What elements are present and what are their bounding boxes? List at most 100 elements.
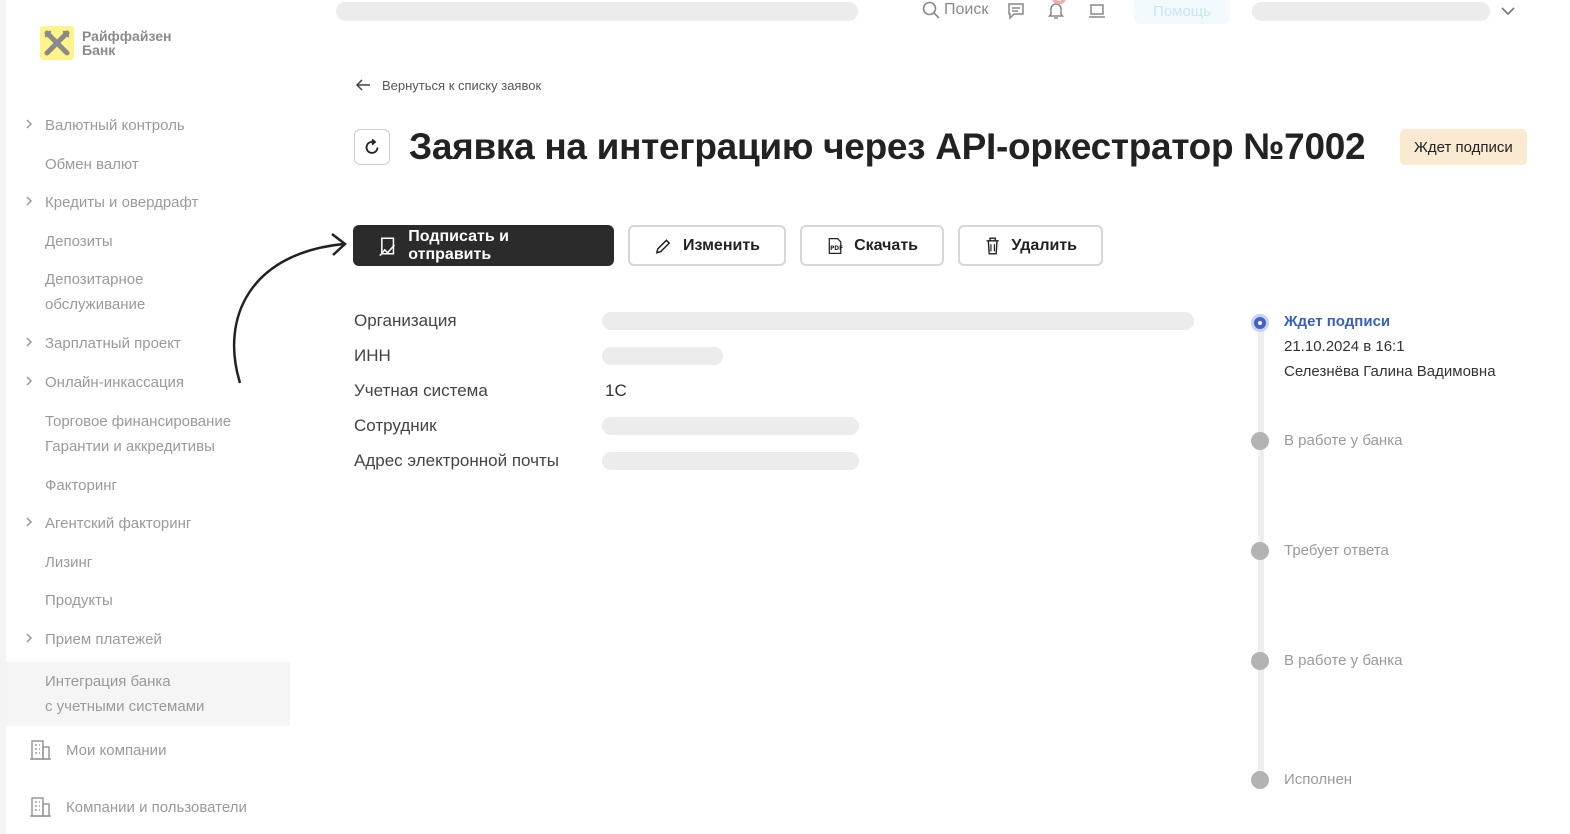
status-timeline: Ждет подписи 21.10.2024 в 16:1 Селезнёва… [1250,312,1560,792]
chevron-right-icon [26,517,33,527]
chevron-right-icon [26,376,33,386]
annotation-arrow-icon [232,233,347,384]
field-inn: ИНН [354,338,1194,373]
search-button[interactable]: Поиск [922,1,988,19]
sidebar-item-label: Интеграция банка с учетными системами [45,672,205,715]
trash-icon [986,237,999,254]
sidebar-item-label: Валютный контроль [45,117,185,134]
status-badge: Ждет подписи [1400,129,1527,165]
chevron-right-icon [26,196,33,206]
field-email: Адрес электронной почты [354,443,1194,478]
logo-text: Райффайзен Банк [82,28,172,58]
main-content: Поиск 1 Помощь Вернуться к списку заявок [232,0,1570,834]
inn-placeholder [602,346,723,365]
employee-placeholder [602,416,859,435]
search-label: Поиск [944,1,989,18]
timeline-step-date: 21.10.2024 в 16:1 [1284,338,1405,355]
chevron-right-icon [26,633,33,643]
bank-logo[interactable]: Райффайзен Банк [40,26,192,60]
sidebar-item-label: Зарплатный проект [45,335,181,353]
timeline-step-person: Селезнёва Галина Вадимовна [1284,363,1496,380]
sidebar-item-bank-integration[interactable]: Интеграция банка с учетными системами [6,661,290,726]
page-title: Заявка на интеграцию через API-оркестрат… [409,126,1366,167]
refresh-button[interactable] [354,129,390,165]
sidebar-item-label: Депозиты [45,232,113,250]
sidebar-item-currency-exchange[interactable]: Обмен валют [6,146,290,185]
sidebar-item-label: Продукты [45,592,113,610]
sidebar-item-label: Факторинг [45,476,117,494]
raiffeisen-logo-icon [40,26,74,60]
building-icon [30,797,51,817]
organization-placeholder [602,311,1194,330]
sidebar-item-my-companies[interactable]: Мои компании [28,738,166,762]
sidebar-item-trade-finance[interactable]: Торговое финансирование Гарантии и аккре… [6,403,290,467]
back-link-label: Вернуться к списку заявок [382,77,542,93]
sign-document-icon [379,236,395,256]
help-button[interactable]: Помощь [1134,0,1230,24]
delete-button[interactable]: Удалить [958,225,1103,266]
delete-label: Удалить [1011,236,1077,254]
building-icon [30,740,51,760]
chat-icon[interactable] [1007,2,1025,20]
sidebar-item-label: Лизинг [45,553,93,571]
arrow-left-icon [355,79,370,91]
sidebar-item-companies-users[interactable]: Компании и пользователи [28,795,247,819]
accounting-system-value: 1С [605,380,627,400]
download-button[interactable]: PDF Скачать [800,225,944,266]
field-label: Организация [354,310,457,330]
download-label: Скачать [854,236,918,254]
timeline-dot [1251,771,1269,789]
back-to-list-link[interactable]: Вернуться к списку заявок [354,77,541,93]
sidebar-item-payment-acceptance[interactable]: Прием платежей [6,621,290,660]
sidebar-item-agent-factoring[interactable]: Агентский факторинг [6,505,290,544]
field-employee: Сотрудник [354,408,1194,443]
email-placeholder [602,451,859,470]
sidebar-item-label: Торговое финансирование Гарантии и аккре… [45,412,232,455]
sidebar-item-label: Депозитарное обслуживание [45,271,146,314]
pencil-icon [655,238,671,254]
timeline-step-label: Исполнен [1284,771,1353,788]
chevron-right-icon [26,337,33,347]
timeline-step-label: В работе у банка [1284,432,1403,449]
sidebar-item-label: Кредиты и овердрафт [45,194,199,212]
sign-and-send-button[interactable]: Подписать и отправить [353,225,614,266]
timeline-step-label: В работе у банка [1284,652,1403,669]
sidebar-nav: Валютный контроль Обмен валют Кредиты и … [6,107,290,726]
timeline-dot [1251,542,1269,560]
svg-text:PDF: PDF [830,246,843,252]
pdf-icon: PDF [828,237,843,254]
sign-and-send-label: Подписать и отправить [408,227,509,263]
sidebar-item-credits[interactable]: Кредиты и овердрафт [6,184,290,223]
user-placeholder [1252,2,1490,21]
action-bar: Подписать и отправить Изменить PDF Скача… [353,225,1103,266]
sidebar-item-label: Обмен валют [45,155,139,173]
search-icon [922,1,940,19]
sidebar-item-label: Мои компании [66,741,167,759]
refresh-icon [365,138,379,154]
field-label: Адрес электронной почты [354,450,559,470]
field-label: ИНН [354,345,391,365]
timeline-dot [1251,652,1269,670]
field-label: Учетная система [354,380,488,400]
sidebar-item-leasing[interactable]: Лизинг [6,544,290,583]
sidebar-item-factoring[interactable]: Факторинг [6,467,290,506]
edit-label: Изменить [683,236,760,254]
sidebar-item-label: Онлайн-инкассация [45,373,185,391]
request-details: Организация ИНН Учетная система 1С Сотру… [354,303,1194,478]
field-label: Сотрудник [354,415,437,435]
field-accounting-system: Учетная система 1С [354,373,1194,408]
field-organization: Организация [354,303,1194,338]
chevron-right-icon [26,119,33,129]
title-row: Заявка на интеграцию через API-оркестрат… [354,126,1366,168]
sidebar-item-products[interactable]: Продукты [6,582,290,621]
timeline-dot-active [1251,314,1269,332]
laptop-icon[interactable] [1088,2,1106,20]
timeline-step-label: Требует ответа [1284,542,1389,559]
chevron-down-icon[interactable] [1500,4,1516,18]
timeline-step-label: Ждет подписи [1284,313,1391,330]
sidebar-item-currency-control[interactable]: Валютный контроль [6,107,290,146]
sidebar-item-label: Агентский факторинг [45,515,192,533]
edit-button[interactable]: Изменить [628,225,786,266]
sidebar-item-label: Прием платежей [45,630,162,648]
notifications-button[interactable]: 1 [1047,0,1067,20]
